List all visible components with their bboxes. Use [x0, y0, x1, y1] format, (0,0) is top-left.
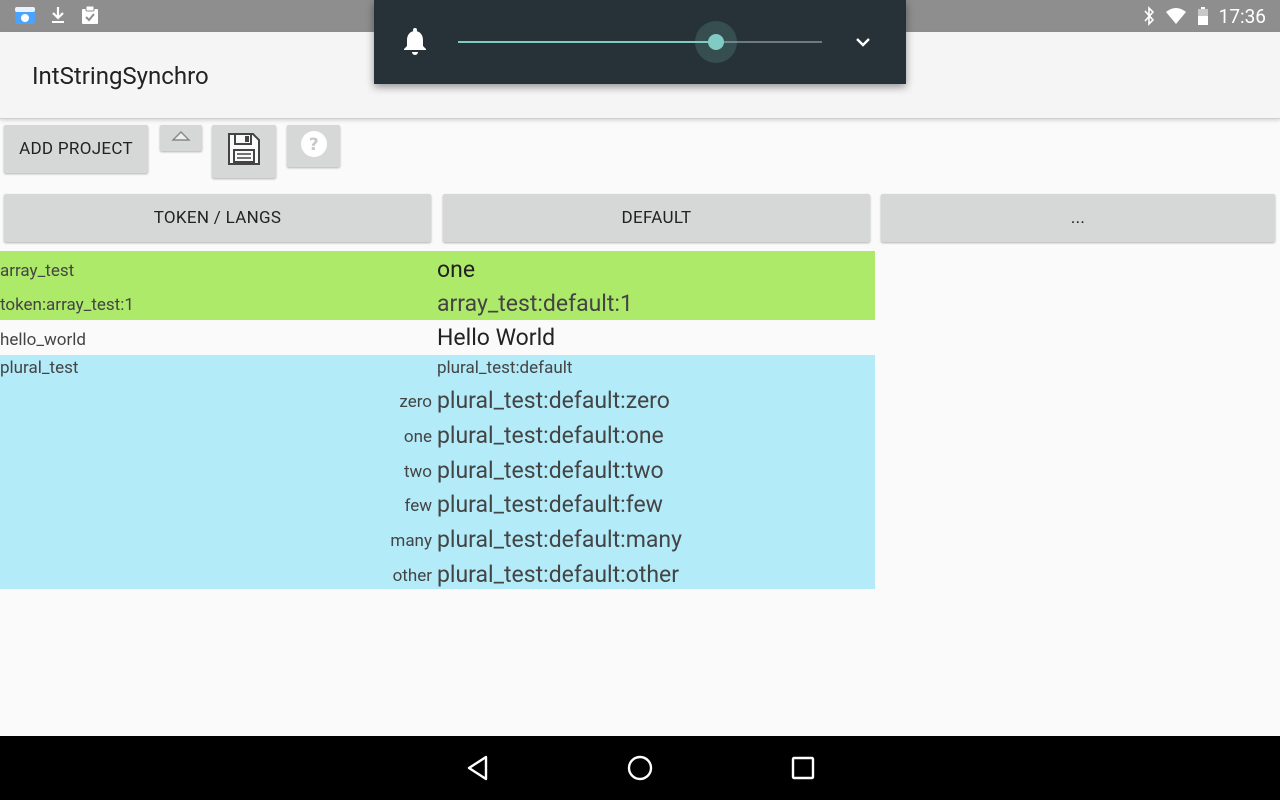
quantity-label: many [390, 531, 432, 551]
app-title: IntStringSynchro [32, 62, 209, 90]
token-label: plural_test [0, 358, 79, 378]
quantity-value[interactable]: plural_test:default:two [437, 457, 664, 484]
bell-icon[interactable] [402, 28, 428, 60]
save-button[interactable] [212, 125, 276, 178]
volume-panel [374, 0, 906, 84]
floppy-disk-icon [227, 132, 261, 171]
bluetooth-icon [1143, 6, 1155, 26]
app-notification-icon [14, 5, 36, 25]
volume-slider-fill [458, 41, 717, 43]
table-row-hello-world[interactable]: hello_world Hello World [0, 320, 875, 355]
sub-value-text[interactable]: array_test:default:1 [437, 290, 633, 317]
battery-icon [1197, 6, 1209, 26]
value-text[interactable]: one [437, 256, 475, 283]
quantity-label: other [392, 566, 432, 586]
value-text[interactable]: Hello World [437, 324, 555, 351]
sub-token-label: token:array_test:1 [0, 295, 134, 315]
back-icon[interactable] [464, 754, 492, 786]
quantity-label: two [403, 462, 432, 482]
quantity-value[interactable]: plural_test:default:few [437, 491, 663, 518]
column-header-default[interactable]: DEFAULT [443, 194, 870, 242]
token-label: hello_world [0, 330, 86, 350]
column-header-token-langs[interactable]: TOKEN / LANGS [4, 194, 431, 242]
quantity-value[interactable]: plural_test:default:zero [437, 387, 670, 414]
table-row-plural-test[interactable]: plural_test plural_test:default zero plu… [0, 355, 875, 589]
quantity-label: one [403, 427, 432, 447]
clock: 17:36 [1218, 4, 1266, 28]
volume-slider[interactable] [458, 21, 822, 63]
table-row-array-test[interactable]: array_test one token:array_test:1 array_… [0, 251, 875, 320]
svg-text:?: ? [308, 135, 318, 155]
download-icon [50, 5, 66, 25]
quantity-label: zero [399, 392, 432, 412]
navigation-bar [0, 736, 1280, 800]
recents-icon[interactable] [789, 754, 817, 786]
value-text[interactable]: plural_test:default [437, 358, 572, 378]
quantity-value[interactable]: plural_test:default:other [437, 561, 679, 588]
help-button[interactable]: ? [287, 125, 340, 167]
token-label: array_test [0, 261, 75, 281]
move-up-button[interactable] [160, 125, 202, 151]
chevron-down-icon[interactable] [854, 33, 872, 52]
home-icon[interactable] [626, 754, 654, 786]
quantity-label: few [404, 496, 432, 516]
clipboard-check-icon [80, 5, 100, 25]
add-project-button[interactable]: ADD PROJECT [4, 125, 148, 173]
column-header-more[interactable]: ... [881, 194, 1275, 242]
quantity-value[interactable]: plural_test:default:one [437, 422, 664, 449]
wifi-icon [1165, 7, 1187, 25]
help-icon: ? [300, 130, 328, 163]
arrow-up-icon [170, 128, 192, 148]
quantity-value[interactable]: plural_test:default:many [437, 526, 682, 553]
